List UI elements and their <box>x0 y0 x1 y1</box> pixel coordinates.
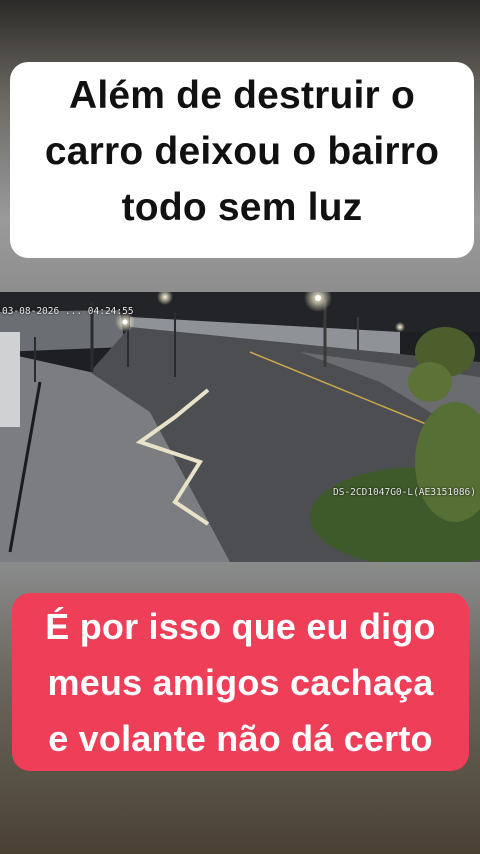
bottom-caption: É por isso que eu digo meus amigos cacha… <box>12 593 469 771</box>
cctv-timestamp: 03-08-2026 ... 04:24:55 <box>2 306 134 317</box>
cctv-video-frame: 03-08-2026 ... 04:24:55 DS-2CD1047G0-L(A… <box>0 292 480 562</box>
bottom-caption-line: e volante não dá certo <box>48 718 433 759</box>
cctv-camera-id: DS-2CD1047G0-L(AE3151086) <box>333 487 476 498</box>
top-caption-line: todo sem luz <box>121 186 363 229</box>
night-street-scene <box>0 292 480 562</box>
top-caption: Além de destruir o carro deixou o bairro… <box>10 62 474 258</box>
top-caption-line: Além de destruir o <box>68 74 415 117</box>
top-caption-line: carro deixou o bairro <box>44 130 440 173</box>
bottom-caption-line: meus amigos cachaça <box>47 662 434 703</box>
bottom-caption-line: É por isso que eu digo <box>45 606 436 647</box>
